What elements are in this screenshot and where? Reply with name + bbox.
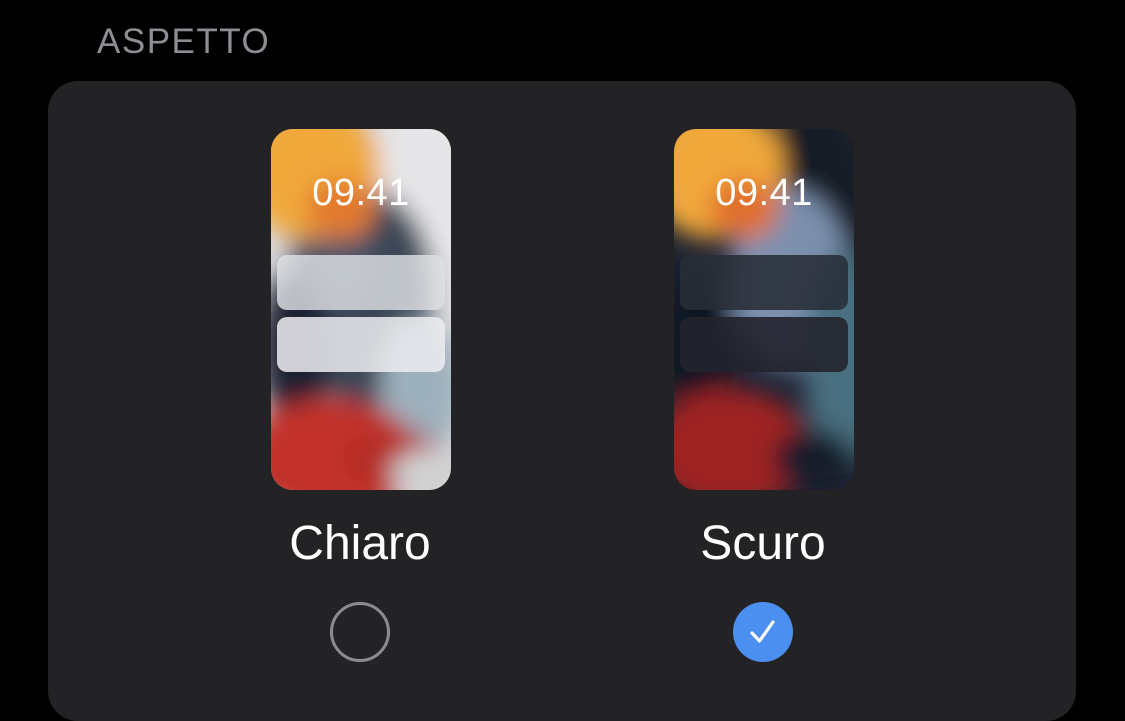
- appearance-card: 09:41 Chiaro 09:41 Scuro: [48, 81, 1076, 721]
- option-label-dark: Scuro: [700, 517, 826, 570]
- dark-mode-preview[interactable]: 09:41: [674, 129, 854, 490]
- preview-clock: 09:41: [312, 172, 410, 214]
- preview-notification: [680, 317, 848, 372]
- preview-notification: [277, 317, 445, 372]
- appearance-option-light[interactable]: 09:41 Chiaro: [210, 81, 510, 685]
- checkmark-icon: [750, 620, 775, 643]
- preview-notification: [277, 255, 445, 310]
- radio-dark-selected[interactable]: [733, 602, 793, 662]
- light-mode-preview[interactable]: 09:41: [271, 129, 451, 490]
- preview-clock: 09:41: [715, 172, 813, 214]
- section-header: ASPETTO: [97, 22, 271, 61]
- radio-light-unselected[interactable]: [330, 602, 390, 662]
- preview-notification: [680, 255, 848, 310]
- option-label-light: Chiaro: [289, 517, 431, 570]
- appearance-option-dark[interactable]: 09:41 Scuro: [613, 81, 913, 685]
